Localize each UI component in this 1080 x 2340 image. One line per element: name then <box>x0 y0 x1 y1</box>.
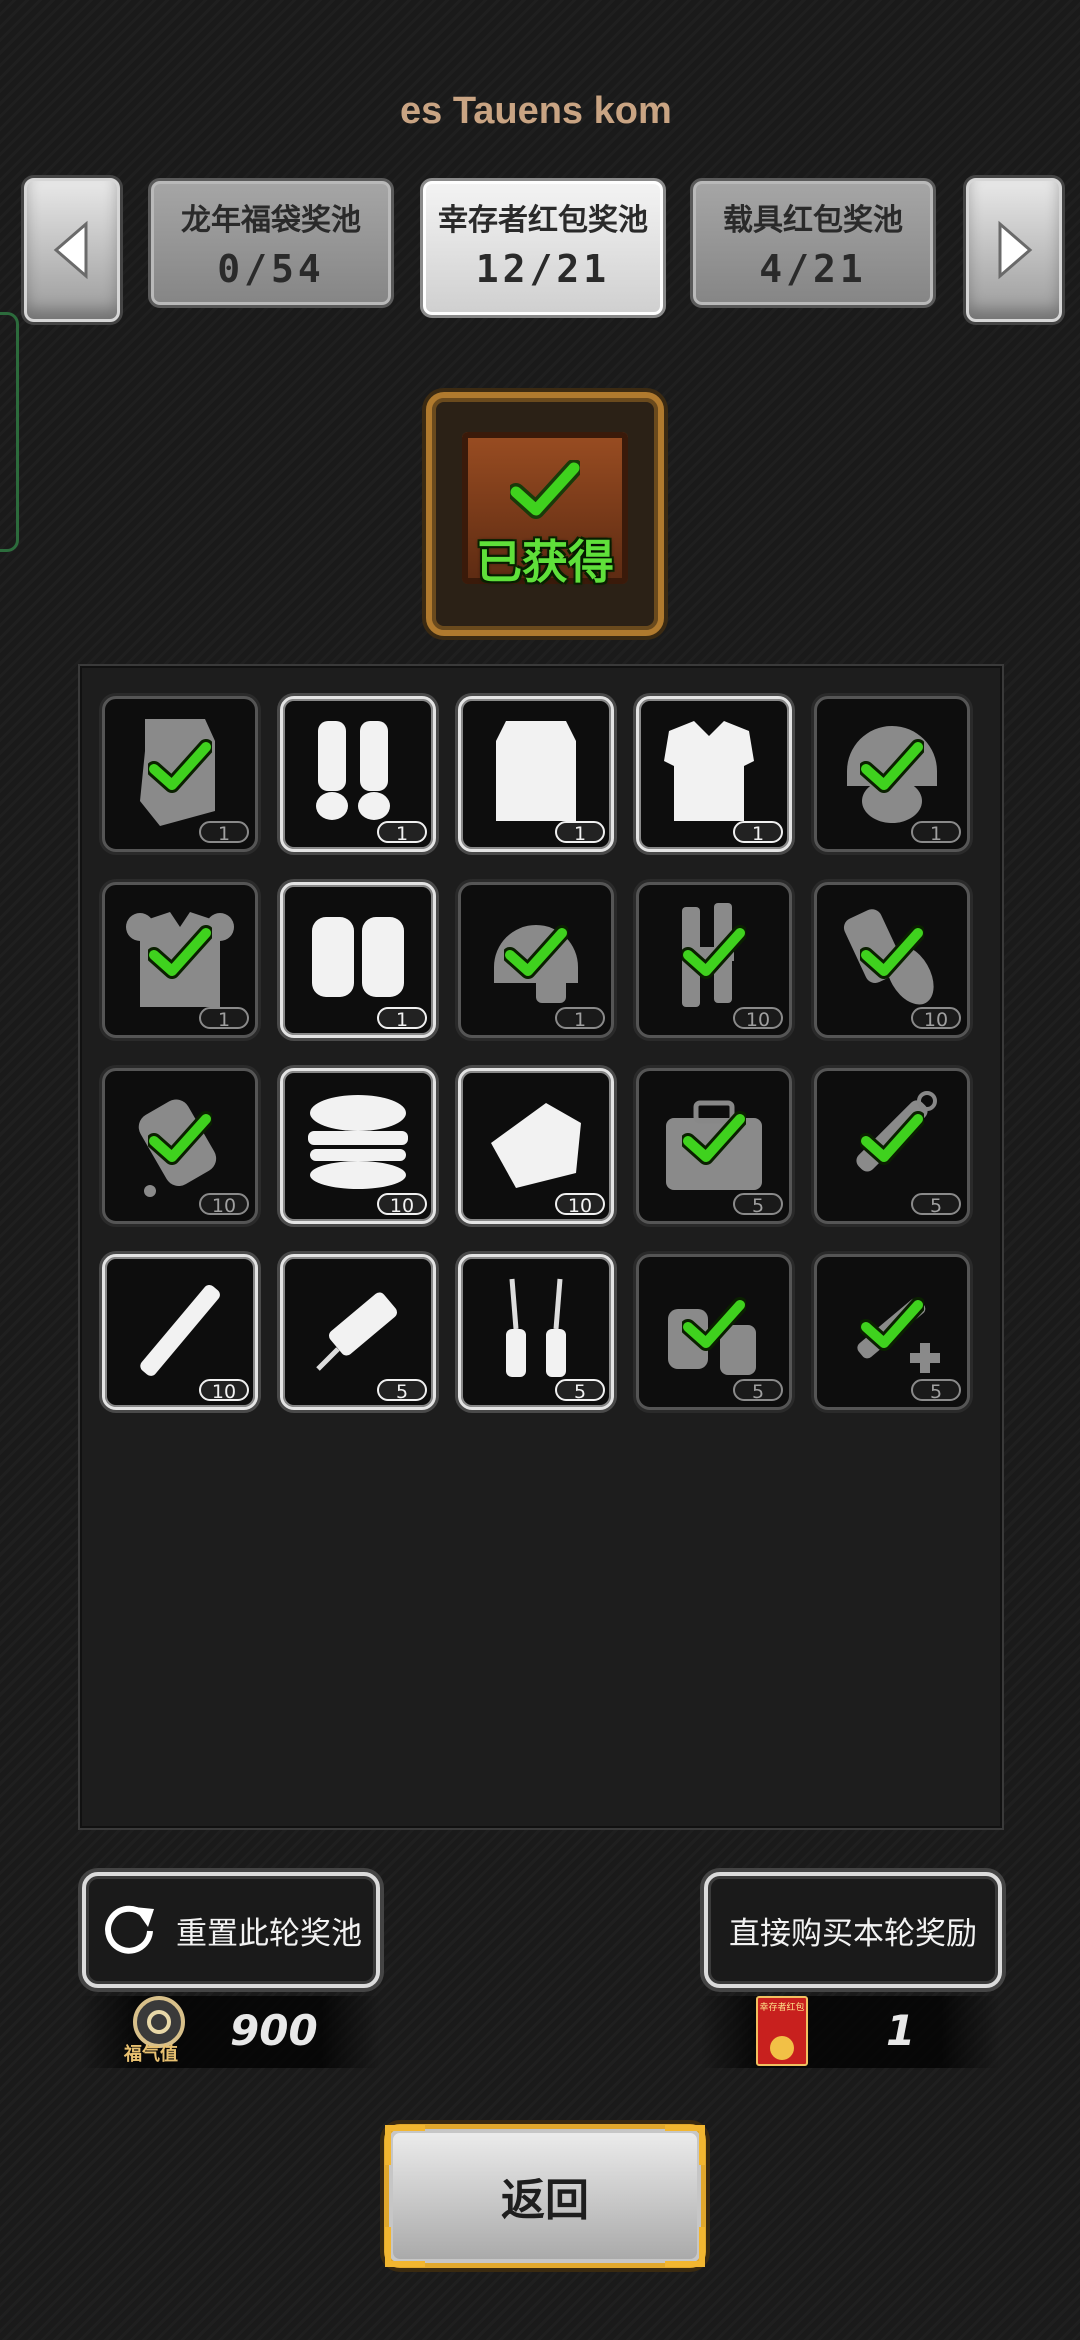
reward-item[interactable]: 1 <box>458 696 614 852</box>
reward-item[interactable]: 5 <box>280 1254 436 1410</box>
reset-label: 重置此轮奖池 <box>176 1915 362 1952</box>
fortune-label: 福气值 <box>124 2044 178 2065</box>
item-count: 5 <box>733 1193 783 1217</box>
envelope-currency: 幸存者红包 1 <box>700 1996 1000 2068</box>
reward-item[interactable]: 5 <box>814 1068 970 1224</box>
check-icon <box>682 1111 746 1165</box>
reward-item[interactable]: 10 <box>280 1068 436 1224</box>
reward-item[interactable]: 1 <box>636 696 792 852</box>
buy-rewards-button[interactable]: 直接购买本轮奖励 <box>704 1872 1002 1988</box>
reward-item[interactable]: 1 <box>102 696 258 852</box>
envelope-label: 幸存者红包 <box>759 2003 805 2013</box>
reward-item[interactable]: 10 <box>102 1068 258 1224</box>
item-count: 1 <box>199 1007 249 1031</box>
item-count: 1 <box>911 821 961 845</box>
knee-pads-icon <box>312 917 404 997</box>
check-icon <box>148 1111 212 1165</box>
ballistic-shield-icon <box>496 721 576 821</box>
red-envelope-icon: 幸存者红包 <box>756 1996 808 2066</box>
reward-panel: 1 1 1 1 1 1 1 1 10 10 10 10 10 5 5 10 5 5 5 5 <box>78 664 1004 1830</box>
envelope-value: 1 <box>886 2006 916 2055</box>
pool-progress: 12/21 <box>475 247 611 291</box>
check-icon <box>860 925 924 979</box>
item-count: 5 <box>733 1379 783 1403</box>
item-count: 5 <box>911 1193 961 1217</box>
check-icon <box>148 925 212 979</box>
item-count: 1 <box>555 1007 605 1031</box>
reward-item[interactable]: 5 <box>636 1254 792 1410</box>
shin-guards-icon <box>316 721 390 820</box>
check-icon <box>510 460 580 519</box>
stick-icon <box>140 1284 220 1376</box>
tab-dragon-year-pool[interactable]: 龙年福袋奖池 0/54 <box>148 178 394 308</box>
reward-item[interactable]: 1 <box>814 696 970 852</box>
item-count: 1 <box>199 821 249 845</box>
item-count: 5 <box>555 1379 605 1403</box>
item-count: 1 <box>377 821 427 845</box>
side-pull-tab[interactable] <box>0 312 19 552</box>
pool-progress: 4/21 <box>759 247 867 291</box>
check-icon <box>148 739 212 793</box>
arrow-left-icon <box>53 220 88 280</box>
item-count: 1 <box>733 821 783 845</box>
grand-prize-chest: 已获得 <box>426 392 664 636</box>
fortune-value: 900 <box>230 2006 318 2055</box>
item-count: 10 <box>555 1193 605 1217</box>
buy-label: 直接购买本轮奖励 <box>729 1915 977 1952</box>
previous-pool-button[interactable] <box>24 178 120 322</box>
item-count: 10 <box>377 1193 427 1217</box>
next-pool-button[interactable] <box>966 178 1062 322</box>
burger-icon <box>308 1095 408 1189</box>
reward-item[interactable]: 1 <box>458 882 614 1038</box>
back-label: 返回 <box>501 2175 589 2226</box>
reward-item[interactable]: 1 <box>102 882 258 1038</box>
reward-item[interactable]: 1 <box>280 882 436 1038</box>
obtained-label: 已获得 <box>476 535 614 589</box>
body-armor-icon <box>664 721 754 821</box>
reward-item[interactable]: 10 <box>458 1068 614 1224</box>
refresh-icon <box>105 1905 154 1954</box>
reward-item[interactable]: 10 <box>814 882 970 1038</box>
fortune-currency: 福气值 900 <box>80 1996 380 2068</box>
meat-icon <box>491 1103 581 1188</box>
check-icon <box>504 925 568 979</box>
reward-item[interactable]: 5 <box>636 1068 792 1224</box>
pool-progress: 0/54 <box>217 247 325 291</box>
pool-name: 龙年福袋奖池 <box>181 203 361 238</box>
check-icon <box>860 739 924 793</box>
item-count: 1 <box>555 821 605 845</box>
item-count: 10 <box>911 1007 961 1031</box>
item-count: 5 <box>911 1379 961 1403</box>
item-count: 10 <box>733 1007 783 1031</box>
announcement-text: es Tauens kom <box>400 90 672 132</box>
ampoules-icon <box>506 1278 566 1377</box>
pool-name: 载具红包奖池 <box>723 203 903 238</box>
reward-item[interactable]: 5 <box>458 1254 614 1410</box>
item-count: 5 <box>377 1379 427 1403</box>
reward-item[interactable]: 5 <box>814 1254 970 1410</box>
tab-vehicle-pool[interactable]: 载具红包奖池 4/21 <box>690 178 936 308</box>
arrow-right-icon <box>998 220 1033 280</box>
item-count: 10 <box>199 1193 249 1217</box>
scrolling-announcement: es Tauens kom <box>400 86 685 136</box>
syringe-icon <box>316 1292 398 1371</box>
reward-item[interactable]: 10 <box>636 882 792 1038</box>
item-count: 10 <box>199 1379 249 1403</box>
check-icon <box>682 1297 746 1351</box>
tab-survivor-pool[interactable]: 幸存者红包奖池 12/21 <box>420 178 666 318</box>
reset-pool-button[interactable]: 重置此轮奖池 <box>82 1872 380 1988</box>
pool-name: 幸存者红包奖池 <box>438 203 648 238</box>
back-button[interactable]: 返回 <box>384 2124 706 2268</box>
item-count: 1 <box>377 1007 427 1031</box>
check-icon <box>860 1111 924 1165</box>
reward-item[interactable]: 10 <box>102 1254 258 1410</box>
check-icon <box>860 1297 924 1351</box>
reward-item[interactable]: 1 <box>280 696 436 852</box>
check-icon <box>682 925 746 979</box>
